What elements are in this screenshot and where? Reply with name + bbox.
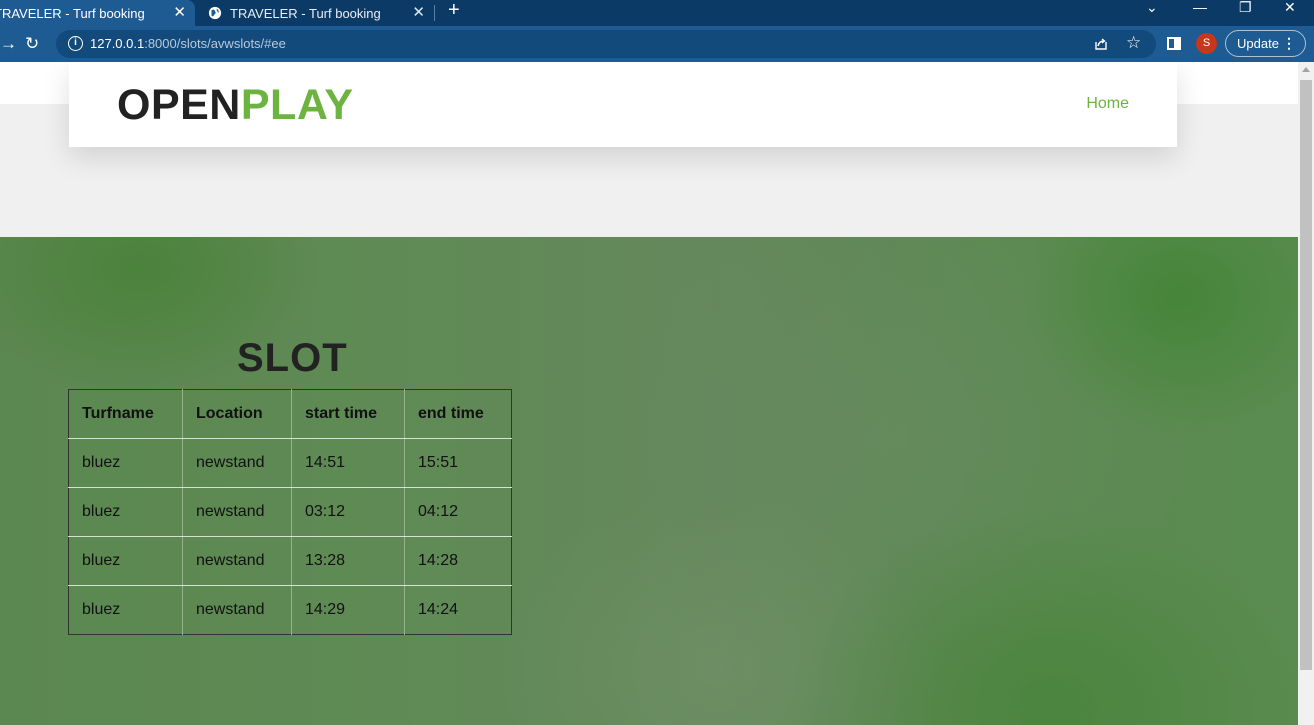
slots-table: Turfname Location start time end time bl… — [68, 389, 512, 635]
cell-start-time: 03:12 — [291, 487, 405, 537]
chevron-down-icon[interactable]: ⌄ — [1146, 0, 1158, 14]
column-header: end time — [404, 389, 512, 439]
page-viewport: OPENPLAY Home SLOT Turfname Location sta… — [0, 62, 1298, 725]
forward-icon[interactable]: → — [0, 34, 17, 54]
hero-section: SLOT Turfname Location start time end ti… — [0, 237, 1298, 725]
side-panel-icon[interactable] — [1167, 37, 1181, 50]
avatar[interactable]: S — [1196, 33, 1217, 54]
tab-inactive[interactable]: TRAVELER - Turf booking ✕ — [196, 0, 434, 26]
cell-end-time: 15:51 — [404, 438, 512, 488]
minimize-icon[interactable]: — — [1193, 0, 1207, 14]
tab-strip: TRAVELER - Turf booking ✕ TRAVELER - Tur… — [0, 0, 1314, 26]
info-icon[interactable]: i — [68, 36, 83, 51]
url-text: 127.0.0.1:8000/slots/avwslots/#ee — [90, 36, 286, 51]
url-field[interactable]: i 127.0.0.1:8000/slots/avwslots/#ee ☆ — [56, 30, 1156, 58]
column-header: start time — [291, 389, 405, 439]
close-icon[interactable]: ✕ — [173, 5, 186, 21]
cell-end-time: 14:28 — [404, 536, 512, 586]
table-row: bluez newstand 13:28 14:28 — [68, 536, 512, 586]
cell-start-time: 14:29 — [291, 585, 405, 635]
menu-dots-icon[interactable]: ⋮ — [1282, 31, 1296, 56]
table-row: bluez newstand 03:12 04:12 — [68, 487, 512, 537]
cell-start-time: 14:51 — [291, 438, 405, 488]
site-navbar: OPENPLAY Home — [69, 62, 1177, 147]
table-row: bluez newstand 14:51 15:51 — [68, 438, 512, 488]
scroll-thumb[interactable] — [1300, 80, 1312, 670]
slot-heading: SLOT — [237, 336, 348, 380]
vertical-scrollbar[interactable] — [1298, 62, 1314, 725]
window-close-icon[interactable]: ✕ — [1284, 0, 1296, 14]
globe-icon — [208, 6, 222, 20]
url-path: :8000/slots/avwslots/#ee — [144, 36, 286, 51]
cell-turfname: bluez — [68, 438, 183, 488]
tab-separator — [434, 5, 435, 21]
column-header: Location — [182, 389, 292, 439]
close-icon[interactable]: ✕ — [412, 5, 425, 21]
star-icon[interactable]: ☆ — [1126, 33, 1141, 53]
column-header: Turfname — [68, 389, 183, 439]
update-button[interactable]: Update ⋮ — [1225, 30, 1306, 57]
cell-location: newstand — [182, 536, 292, 586]
cell-turfname: bluez — [68, 536, 183, 586]
nav-home-link[interactable]: Home — [1086, 95, 1129, 113]
cell-end-time: 04:12 — [404, 487, 512, 537]
restore-icon[interactable]: ❐ — [1239, 0, 1252, 14]
table-header-row: Turfname Location start time end time — [68, 389, 512, 439]
tab-active[interactable]: TRAVELER - Turf booking ✕ — [0, 0, 195, 26]
cell-turfname: bluez — [68, 487, 183, 537]
cell-start-time: 13:28 — [291, 536, 405, 586]
logo-part-play: PLAY — [240, 81, 354, 129]
cell-end-time: 14:24 — [418, 601, 459, 618]
share-icon[interactable] — [1094, 36, 1108, 50]
tab-title: TRAVELER - Turf booking — [230, 5, 381, 21]
site-logo[interactable]: OPENPLAY — [117, 82, 354, 128]
cell-location: newstand — [182, 438, 292, 488]
url-host: 127.0.0.1 — [90, 36, 145, 51]
cell-turfname: bluez — [68, 585, 183, 635]
reload-icon[interactable]: ↻ — [25, 34, 39, 54]
cell-location: newstand — [182, 585, 292, 635]
address-bar-row: → ↻ i 127.0.0.1:8000/slots/avwslots/#ee … — [0, 26, 1314, 62]
new-tab-icon[interactable]: + — [448, 0, 460, 20]
logo-part-open: OPEN — [117, 81, 241, 129]
scroll-up-arrow-icon[interactable] — [1302, 67, 1310, 72]
tab-title: TRAVELER - Turf booking — [0, 5, 145, 21]
update-label: Update — [1237, 36, 1279, 51]
table-row: bluez newstand 14:29 14:24 — [68, 585, 512, 635]
cell-location: newstand — [182, 487, 292, 537]
